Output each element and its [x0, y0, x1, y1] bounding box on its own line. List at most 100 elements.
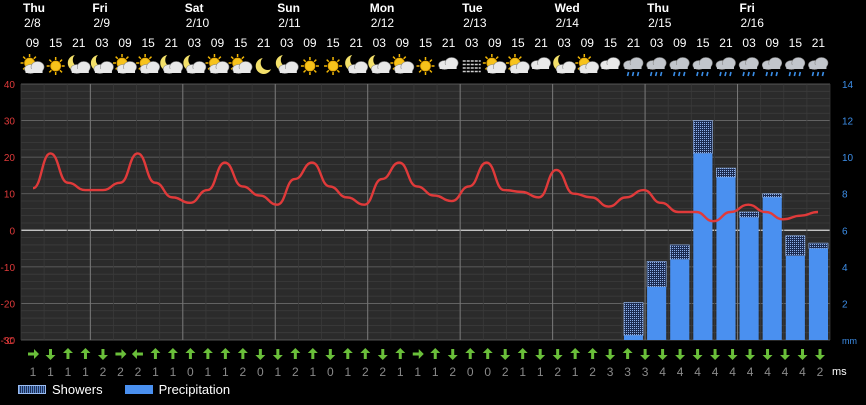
sun-disc — [304, 60, 316, 72]
day-date-label: 2/8 — [24, 16, 41, 30]
cloud-base — [279, 69, 297, 73]
cloud-base — [164, 69, 182, 73]
showers-bar — [646, 261, 667, 288]
day-name-label: Tue — [462, 1, 483, 15]
sun-disc — [50, 60, 62, 72]
day-date-label: 2/11 — [278, 16, 301, 30]
cloud-base — [580, 69, 598, 73]
hour-label: 03 — [465, 36, 479, 50]
precipitation-tick-label: 10 — [842, 153, 854, 164]
hour-label: 21 — [534, 36, 548, 50]
showers-bar — [762, 193, 783, 198]
day-name-label: Mon — [370, 1, 395, 15]
wind-speed-label: 4 — [677, 365, 684, 379]
precipitation-bar — [647, 286, 667, 340]
hour-label: 21 — [257, 36, 271, 50]
hour-label: 09 — [488, 36, 502, 50]
hour-label: 09 — [581, 36, 595, 50]
hour-label: 03 — [742, 36, 756, 50]
day-date-label: 2/12 — [371, 16, 395, 30]
hour-label: 09 — [26, 36, 40, 50]
day-name-label: Sun — [277, 1, 300, 15]
cloud-base — [532, 65, 550, 69]
wind-speed-label: 1 — [47, 365, 54, 379]
temperature-tick-label: 10 — [4, 190, 16, 201]
cloud-base — [786, 65, 804, 69]
wind-speed-label: 3 — [642, 365, 649, 379]
wind-speed-label: 2 — [240, 365, 247, 379]
wind-speed-label: 4 — [659, 365, 666, 379]
temperature-tick-label: -10 — [1, 263, 16, 274]
cloud-base — [439, 65, 457, 69]
day-date-label: 2/16 — [741, 16, 765, 30]
sun-icon — [416, 57, 435, 75]
hour-label: 09 — [766, 36, 780, 50]
day-name-label: Thu — [23, 1, 45, 15]
cloud-base — [395, 69, 413, 73]
showers-bar — [739, 211, 759, 218]
showers-bar — [669, 244, 690, 260]
wind-speed-label: 1 — [170, 365, 177, 379]
hour-label: 15 — [326, 36, 340, 50]
wind-speed-label: 4 — [747, 365, 754, 379]
sun-icon — [46, 57, 65, 75]
rain-drop — [649, 71, 653, 77]
hour-label: 03 — [280, 36, 294, 50]
day-name-label: Wed — [555, 1, 580, 15]
rain-drop — [752, 71, 755, 77]
rain-drop — [682, 71, 686, 77]
hour-label: 03 — [188, 36, 202, 50]
wind-speed-label: 0 — [484, 365, 491, 379]
hour-label: 03 — [650, 36, 664, 50]
wind-speed-label: 2 — [292, 365, 299, 379]
cloud-base — [487, 69, 505, 73]
hour-label: 09 — [396, 36, 410, 50]
precipitation-tick-label: 2 — [842, 299, 848, 310]
wind-speed-label: 0 — [187, 365, 194, 379]
wind-speed-label: 0 — [257, 365, 264, 379]
cloud-base — [349, 69, 367, 73]
temperature-tick-label: 30 — [4, 117, 16, 128]
day-date-label: 2/14 — [556, 16, 580, 30]
wind-speed-label: 1 — [309, 365, 316, 379]
legend-label-precipitation: Precipitation — [158, 381, 231, 397]
cloud-base — [94, 69, 112, 73]
hour-label: 15 — [604, 36, 618, 50]
cloud-base — [233, 69, 251, 73]
rain-drop — [659, 71, 663, 77]
day-date-label: 2/9 — [93, 16, 110, 30]
cloud-base — [118, 69, 136, 73]
rain-drop — [729, 71, 732, 77]
hour-label: 15 — [141, 36, 155, 50]
rain-drop — [775, 71, 778, 77]
precipitation-tick-label: 12 — [842, 117, 854, 128]
wind-speed-label: 1 — [205, 365, 212, 379]
wind-speed-label: 2 — [589, 365, 596, 379]
precipitation-bar — [623, 335, 644, 340]
wind-speed-label: 4 — [799, 365, 806, 379]
wind-speed-label: 1 — [397, 365, 404, 379]
wind-speed-label: 4 — [694, 365, 701, 379]
rain-drop — [793, 71, 797, 77]
hour-label: 21 — [349, 36, 363, 50]
hour-label: 03 — [558, 36, 572, 50]
hour-label: 03 — [95, 36, 109, 50]
hour-label: 09 — [118, 36, 132, 50]
temperature-tick-label: 0 — [9, 226, 15, 237]
rain-drop — [816, 71, 820, 77]
precipitation-bar — [670, 259, 690, 340]
day-name-label: Thu — [647, 1, 669, 15]
wind-speed-label: 4 — [764, 365, 771, 379]
precipitation-tick-label: 6 — [842, 226, 848, 237]
hour-label: 15 — [511, 36, 525, 50]
rain-drop — [719, 71, 722, 77]
cloud-base — [716, 65, 734, 69]
wind-speed-label: 1 — [30, 365, 37, 379]
precipitation-tick-label: 4 — [842, 263, 848, 274]
sun-icon — [324, 57, 343, 75]
temperature-tick-label: 20 — [4, 153, 16, 164]
day-date-label: 2/13 — [463, 16, 487, 30]
legend-label-showers: Showers — [52, 381, 103, 397]
cloud-base — [624, 65, 642, 69]
hour-label: 21 — [719, 36, 733, 50]
